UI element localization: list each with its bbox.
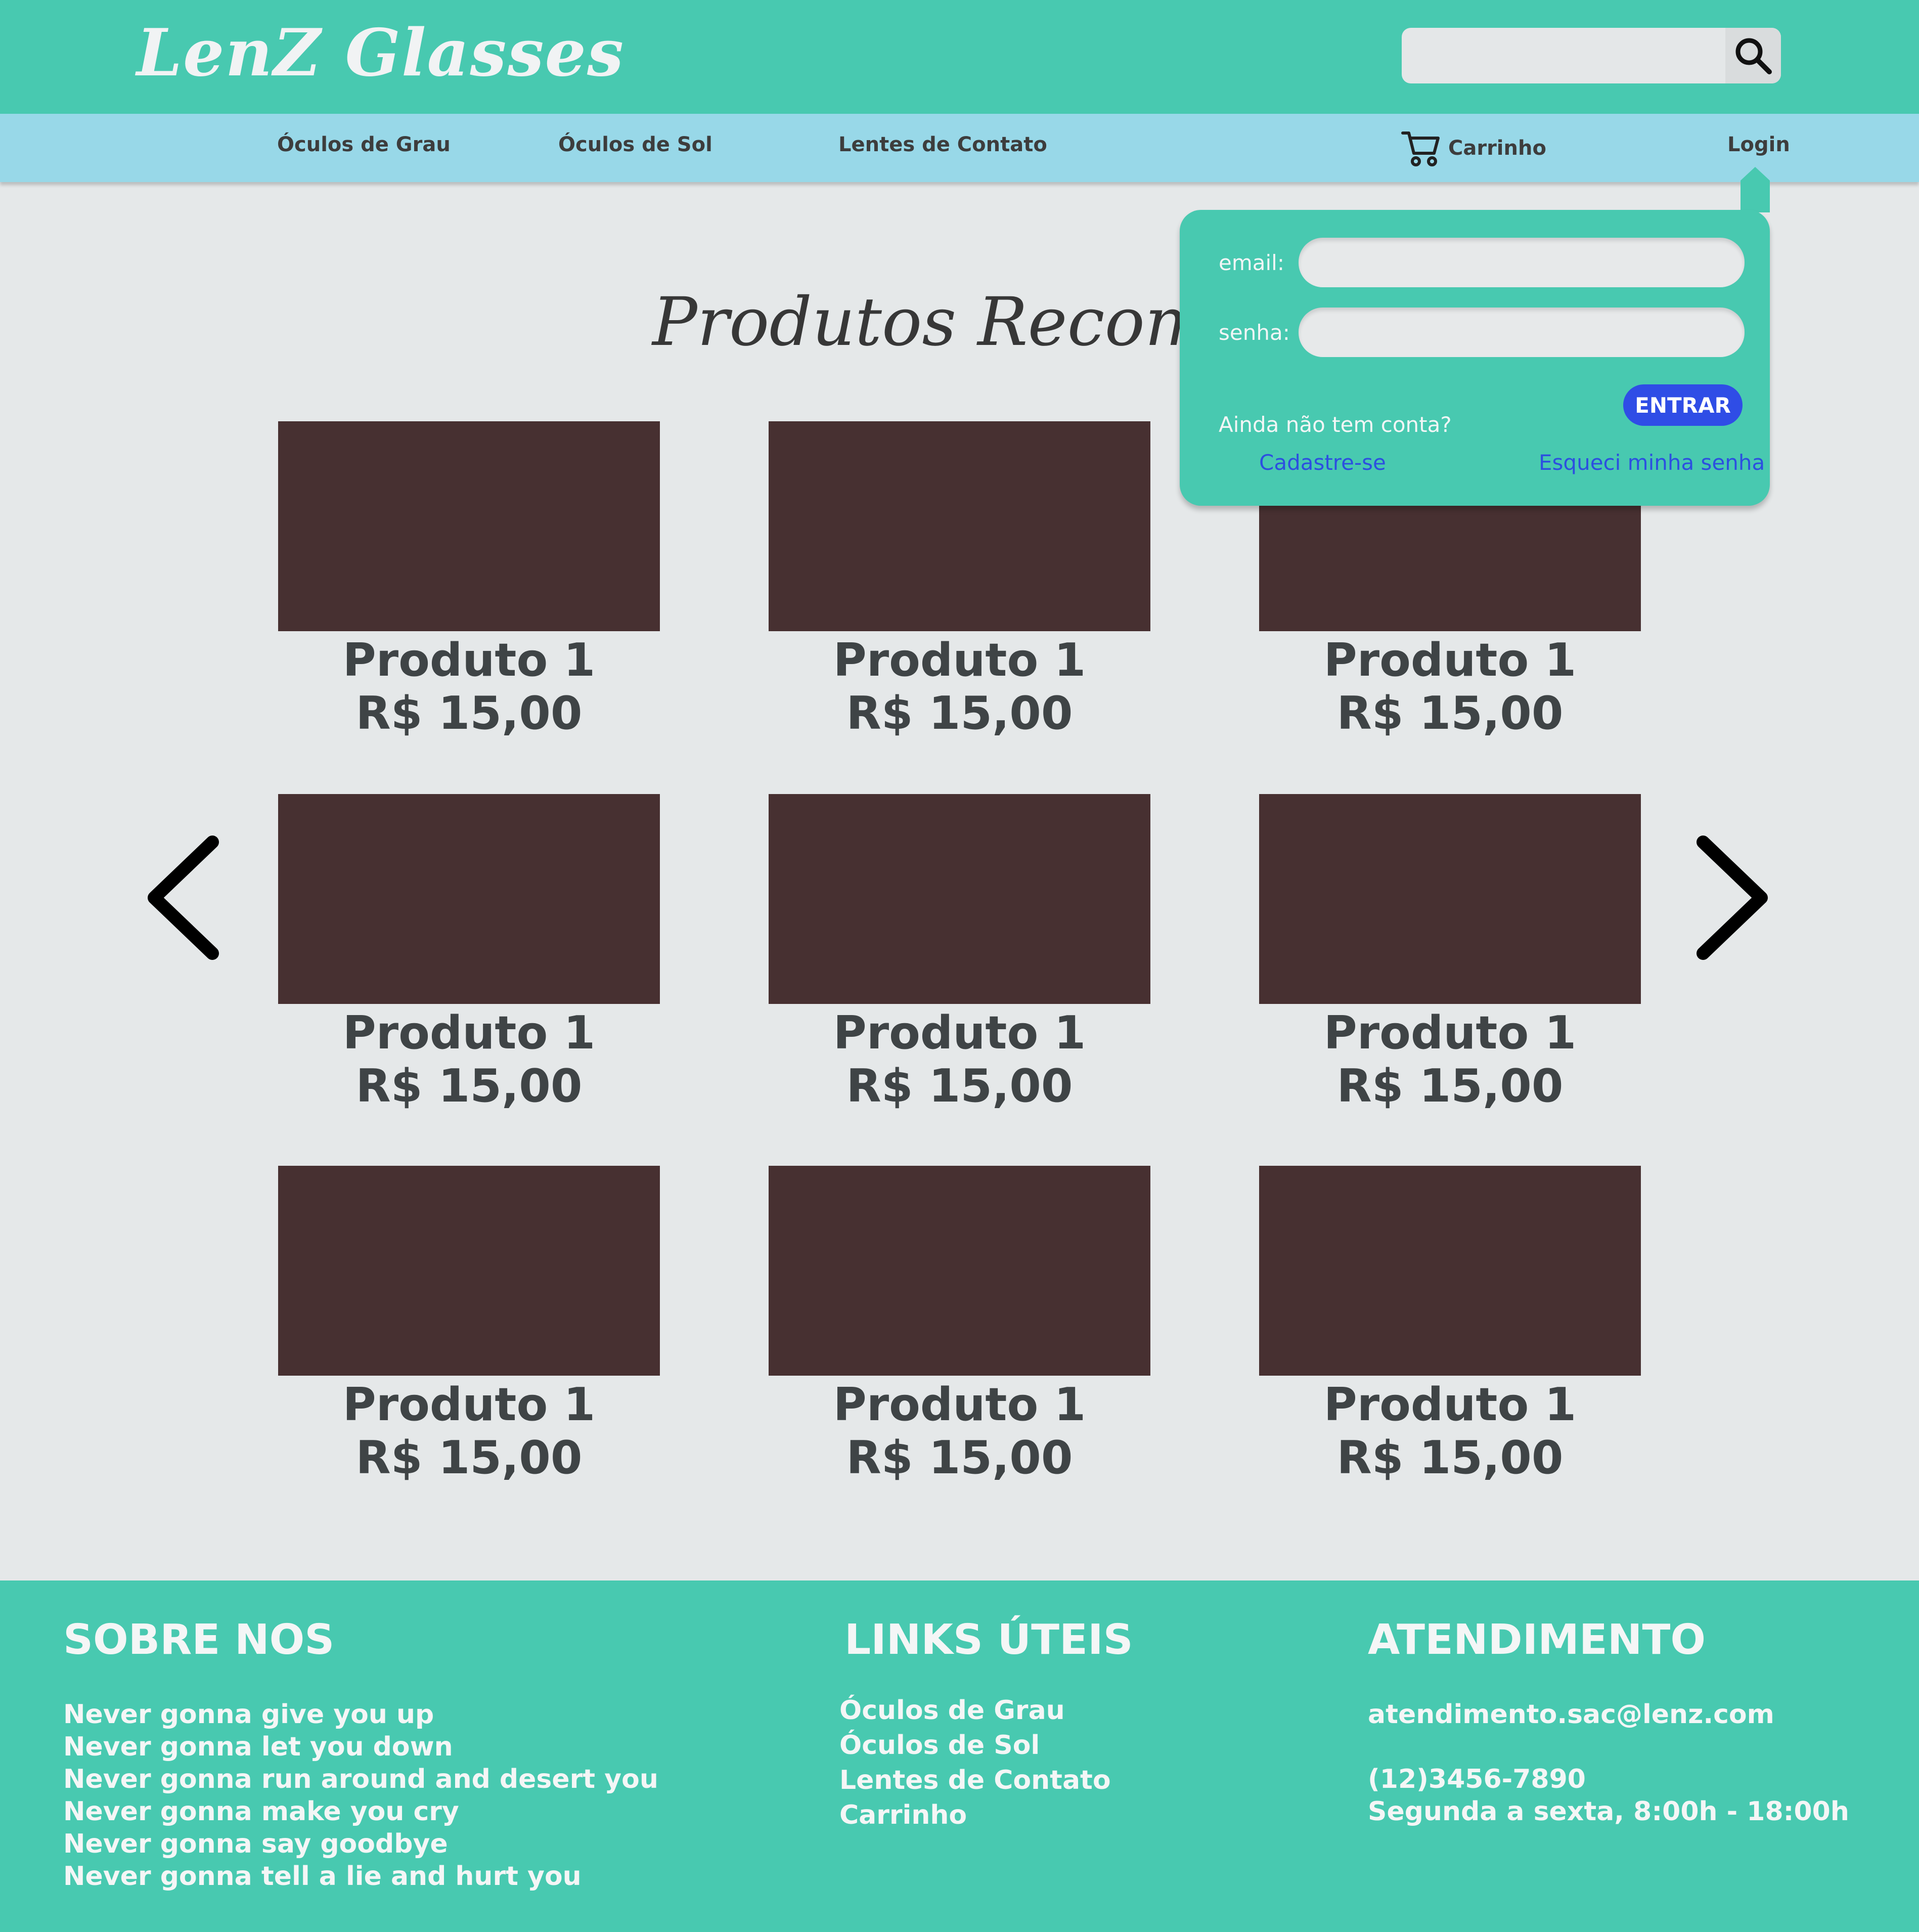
email-field[interactable] bbox=[1299, 238, 1745, 287]
product-name: Produto 1 bbox=[1323, 1006, 1577, 1060]
product-name: Produto 1 bbox=[833, 634, 1086, 687]
about-title: SOBRE NOS bbox=[63, 1616, 335, 1664]
search-bar bbox=[1402, 28, 1781, 83]
product-card[interactable]: Produto 1 R$ 15,00 bbox=[1259, 794, 1641, 1113]
product-price: R$ 15,00 bbox=[355, 687, 583, 740]
product-name: Produto 1 bbox=[1323, 1378, 1577, 1431]
nav-item-cart[interactable]: Carrinho bbox=[1401, 128, 1546, 168]
product-name: Produto 1 bbox=[1323, 634, 1577, 687]
service-title: ATENDIMENTO bbox=[1368, 1616, 1706, 1664]
nav-item-lentes-de-contato[interactable]: Lentes de Contato bbox=[838, 133, 1047, 156]
site-footer: SOBRE NOS Never gonna give you up Never … bbox=[0, 1580, 1919, 1932]
main-navbar: Óculos de Grau Óculos de Sol Lentes de C… bbox=[0, 114, 1919, 182]
product-name: Produto 1 bbox=[342, 1378, 596, 1431]
product-price: R$ 15,00 bbox=[1336, 1060, 1564, 1113]
email-label: email: bbox=[1219, 250, 1284, 275]
product-name: Produto 1 bbox=[342, 634, 596, 687]
chevron-right-icon[interactable] bbox=[1688, 829, 1774, 966]
nav-item-login[interactable]: Login bbox=[1727, 133, 1790, 156]
service-phone: (12)3456-7890 bbox=[1368, 1764, 1586, 1794]
password-label: senha: bbox=[1219, 320, 1290, 345]
product-card[interactable]: Produto 1 R$ 15,00 bbox=[278, 421, 660, 740]
service-info: atendimento.sac@lenz.com (12)3456-7890 S… bbox=[1368, 1698, 1849, 1828]
nav-item-oculos-de-grau[interactable]: Óculos de Grau bbox=[277, 133, 451, 156]
product-price: R$ 15,00 bbox=[846, 687, 1073, 740]
footer-link-lentes-de-contato[interactable]: Lentes de Contato bbox=[839, 1763, 1111, 1798]
signup-link[interactable]: Cadastre-se bbox=[1259, 450, 1386, 475]
about-line: Never gonna say goodbye bbox=[63, 1829, 448, 1859]
product-image[interactable] bbox=[278, 421, 660, 631]
cart-label: Carrinho bbox=[1448, 137, 1546, 160]
product-image[interactable] bbox=[278, 794, 660, 1004]
about-line: Never gonna make you cry bbox=[63, 1796, 459, 1827]
nav-item-oculos-de-sol[interactable]: Óculos de Sol bbox=[558, 133, 712, 156]
about-line: Never gonna run around and desert you bbox=[63, 1764, 658, 1794]
search-icon bbox=[1735, 38, 1772, 74]
links-title: LINKS ÚTEIS bbox=[844, 1616, 1133, 1664]
useful-links: Óculos de Grau Óculos de Sol Lentes de C… bbox=[839, 1693, 1111, 1833]
about-line: Never gonna tell a lie and hurt you bbox=[63, 1861, 582, 1892]
product-card[interactable]: Produto 1 R$ 15,00 bbox=[769, 421, 1150, 740]
product-price: R$ 15,00 bbox=[1336, 687, 1564, 740]
product-image[interactable] bbox=[278, 1166, 660, 1376]
footer-link-oculos-de-sol[interactable]: Óculos de Sol bbox=[839, 1728, 1111, 1763]
footer-link-carrinho[interactable]: Carrinho bbox=[839, 1798, 1111, 1833]
product-image[interactable] bbox=[769, 421, 1150, 631]
product-card[interactable]: Produto 1 R$ 15,00 bbox=[278, 1166, 660, 1484]
product-price: R$ 15,00 bbox=[1336, 1431, 1564, 1484]
enter-button[interactable]: ENTRAR bbox=[1623, 384, 1743, 426]
cart-icon bbox=[1401, 131, 1440, 166]
chevron-left-icon[interactable] bbox=[142, 829, 228, 966]
about-text: Never gonna give you up Never gonna let … bbox=[63, 1698, 658, 1893]
product-name: Produto 1 bbox=[833, 1006, 1086, 1060]
search-button[interactable] bbox=[1725, 28, 1781, 83]
product-card[interactable]: Produto 1 R$ 15,00 bbox=[1259, 1166, 1641, 1484]
password-field[interactable] bbox=[1299, 308, 1745, 357]
product-image[interactable] bbox=[1259, 1166, 1641, 1376]
service-hours: Segunda a sexta, 8:00h - 18:00h bbox=[1368, 1796, 1849, 1827]
forgot-password-link[interactable]: Esqueci minha senha bbox=[1539, 450, 1765, 475]
product-image[interactable] bbox=[769, 1166, 1150, 1376]
no-account-text: Ainda não tem conta? bbox=[1219, 412, 1452, 437]
product-card[interactable]: Produto 1 R$ 15,00 bbox=[278, 794, 660, 1113]
product-card[interactable]: Produto 1 R$ 15,00 bbox=[769, 794, 1150, 1113]
product-name: Produto 1 bbox=[342, 1006, 596, 1060]
product-card[interactable]: Produto 1 R$ 15,00 bbox=[769, 1166, 1150, 1484]
product-image[interactable] bbox=[1259, 794, 1641, 1004]
product-price: R$ 15,00 bbox=[846, 1431, 1073, 1484]
about-line: Never gonna let you down bbox=[63, 1732, 453, 1762]
footer-link-oculos-de-grau[interactable]: Óculos de Grau bbox=[839, 1693, 1111, 1728]
product-price: R$ 15,00 bbox=[846, 1060, 1073, 1113]
product-image[interactable] bbox=[769, 794, 1150, 1004]
service-email[interactable]: atendimento.sac@lenz.com bbox=[1368, 1698, 1849, 1731]
product-price: R$ 15,00 bbox=[355, 1431, 583, 1484]
search-input[interactable] bbox=[1402, 28, 1725, 83]
product-name: Produto 1 bbox=[833, 1378, 1086, 1431]
about-line: Never gonna give you up bbox=[63, 1699, 434, 1730]
site-header: LenZ Glasses bbox=[0, 0, 1919, 114]
site-logo[interactable]: LenZ Glasses bbox=[137, 15, 624, 91]
product-price: R$ 15,00 bbox=[355, 1060, 583, 1113]
